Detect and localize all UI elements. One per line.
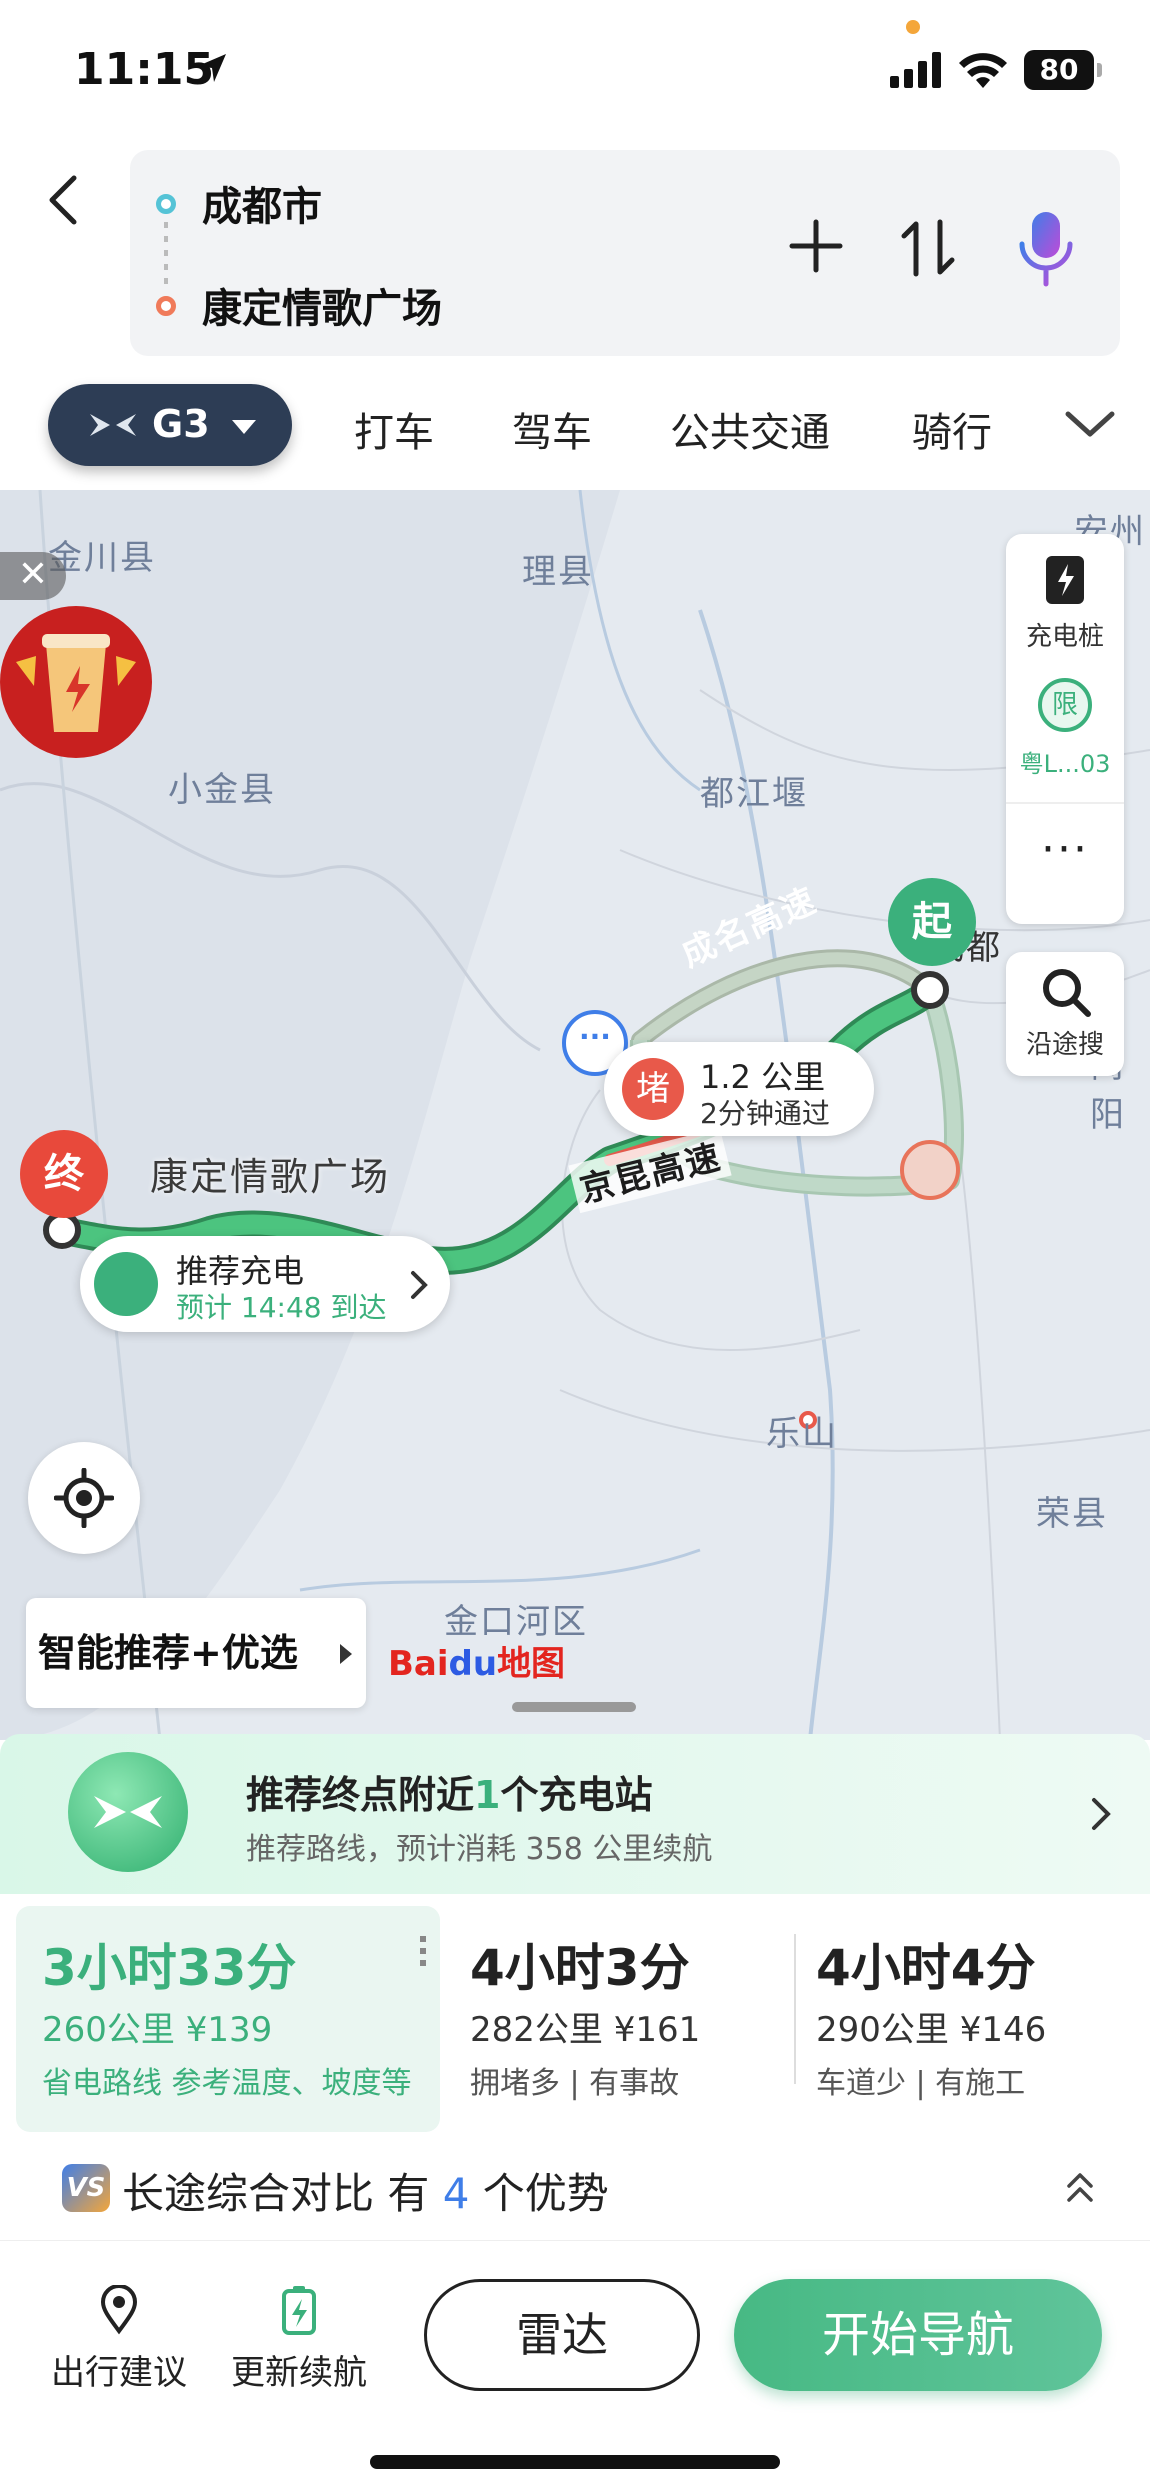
destination-map-label: 康定情歌广场 [150, 1155, 391, 1199]
chevron-right-icon [1092, 1798, 1111, 1830]
swap-route-icon[interactable] [900, 216, 956, 280]
baidu-map-logo: Baidu地图 [388, 1644, 566, 1684]
chevron-up-double-icon[interactable] [1066, 2170, 1094, 2204]
map-pin-icon [100, 2284, 138, 2335]
chevron-right-icon [411, 1271, 428, 1299]
smart-recommend-label: 智能推荐+优选 [38, 1631, 298, 1675]
route-option-3[interactable]: 4小时4分 290公里 ¥146 车道少 | 有施工 [790, 1906, 1140, 2132]
route-options: 3小时33分 260公里 ¥139 省电路线 参考温度、坡度等 4小时3分 28… [0, 1894, 1150, 2144]
map-view[interactable]: 金川县 理县 小金县 都江堰 乐山 荣县 金口河区 安州 简阳 成名高速 京昆高… [0, 490, 1150, 1740]
chevron-down-icon [232, 420, 256, 434]
sheet-drag-handle[interactable] [512, 1702, 636, 1712]
map-label: 乐山 [766, 1414, 838, 1454]
locate-me-button[interactable] [28, 1442, 140, 1554]
more-icon[interactable]: ··· [1006, 824, 1124, 875]
travel-mode-tabs: G3 打车 驾车 公共交通 骑行 [0, 380, 1150, 490]
chevron-down-icon[interactable] [1064, 408, 1116, 440]
vehicle-selector[interactable]: G3 [48, 384, 292, 466]
xpeng-logo-icon [68, 1752, 188, 1872]
map-label: 小金县 [168, 770, 276, 810]
status-bar: 11:15 80 [0, 0, 1150, 140]
vehicle-label: G3 [152, 402, 210, 446]
jam-icon: 堵 [622, 1058, 684, 1120]
home-indicator [370, 2455, 780, 2469]
along-route-search-label: 沿途搜 [1025, 1030, 1104, 1060]
battery-charge-icon [282, 2286, 316, 2335]
route-option-1[interactable]: 3小时33分 260公里 ¥139 省电路线 参考温度、坡度等 [16, 1906, 440, 2132]
promo-coffee-badge[interactable] [0, 606, 152, 758]
search-icon [1043, 969, 1091, 1017]
license-plate-label[interactable]: 粤L...03 [1006, 744, 1124, 779]
route-tags: 车道少 | 有施工 [816, 2066, 1026, 2101]
map-side-panel: 充电桩 限 粤L...03 ··· [1006, 534, 1124, 924]
tab-drive[interactable]: 驾车 [512, 400, 592, 458]
divider [1006, 802, 1124, 804]
radar-button[interactable]: 雷达 [424, 2279, 700, 2391]
travel-advice-button[interactable]: 出行建议 [34, 2284, 204, 2394]
start-navigation-button[interactable]: 开始导航 [734, 2279, 1102, 2391]
vs-icon: VS [62, 2164, 110, 2212]
compare-text: 长途综合对比 有 4 个优势 [122, 2169, 609, 2218]
route-distance-cost: 282公里 ¥161 [470, 2010, 701, 2050]
origin-dot-icon [156, 194, 176, 214]
add-waypoint-icon[interactable] [786, 216, 846, 276]
update-range-label: 更新续航 [231, 2353, 367, 2393]
destination-field[interactable]: 康定情歌广场 [202, 276, 442, 334]
xpeng-logo-icon [90, 414, 136, 436]
destination-dot-icon [156, 296, 176, 316]
update-range-button[interactable]: 更新续航 [214, 2285, 384, 2394]
route-duration: 4小时3分 [470, 1939, 690, 1997]
voice-mic-icon[interactable] [1016, 210, 1076, 288]
banner-subtitle: 推荐路线，预计消耗 358 公里续航 [246, 1832, 713, 1867]
back-icon[interactable] [44, 170, 84, 230]
traffic-restriction-icon[interactable]: 限 [1038, 678, 1092, 732]
caret-right-icon [340, 1644, 352, 1664]
traffic-jam-bubble[interactable]: 堵 1.2 公里 2分钟通过 [604, 1042, 874, 1136]
status-time: 11:15 [74, 44, 215, 95]
smart-recommend-button[interactable]: 智能推荐+优选 [26, 1598, 366, 1708]
end-pin[interactable]: 终 [20, 1130, 108, 1218]
charging-pile-icon[interactable] [1040, 552, 1090, 608]
charge-eta: 预计 14:48 到达 [176, 1291, 387, 1324]
origin-field[interactable]: 成都市 [202, 174, 322, 232]
route-connector [164, 222, 168, 288]
charging-pile-label[interactable]: 充电桩 [1006, 616, 1124, 653]
more-options-icon[interactable] [420, 1936, 426, 1966]
bottom-action-bar: 出行建议 更新续航 雷达 开始导航 [0, 2240, 1150, 2489]
route-option-2[interactable]: 4小时3分 282公里 ¥161 拥堵多 | 有事故 [444, 1906, 790, 2132]
route-tags: 省电路线 参考温度、坡度等 [42, 2066, 412, 2101]
charging-station-icon [94, 1252, 158, 1316]
map-label: 理县 [522, 552, 594, 592]
tab-cycling[interactable]: 骑行 [912, 400, 992, 458]
map-label: 荣县 [1036, 1494, 1108, 1534]
coffee-cup-icon [16, 634, 136, 732]
battery-indicator: 80 [1024, 50, 1102, 90]
route-distance-cost: 260公里 ¥139 [42, 2010, 273, 2050]
cellular-signal-icon [890, 52, 941, 88]
wifi-icon [959, 53, 1007, 88]
banner-title: 推荐终点附近1个充电站 [246, 1773, 653, 1817]
map-terrain [0, 490, 1150, 1740]
long-trip-compare[interactable]: VS 长途综合对比 有 4 个优势 [0, 2144, 1150, 2240]
jam-time: 2分钟通过 [700, 1097, 830, 1130]
privacy-indicator [906, 20, 920, 34]
route-tags: 拥堵多 | 有事故 [470, 2066, 680, 2101]
travel-advice-label: 出行建议 [51, 2353, 187, 2393]
tab-transit[interactable]: 公共交通 [670, 400, 830, 458]
locate-icon [54, 1468, 114, 1528]
tab-taxi[interactable]: 打车 [354, 400, 434, 458]
along-route-search-button[interactable]: 沿途搜 [1006, 952, 1124, 1076]
start-pin[interactable]: 起 [888, 878, 976, 966]
route-duration: 4小时4分 [816, 1939, 1036, 1997]
route-duration: 3小时33分 [42, 1939, 297, 1997]
route-input-box: 成都市 康定情歌广场 [130, 150, 1120, 356]
close-icon[interactable]: ✕ [0, 552, 66, 600]
map-label: 都江堰 [700, 774, 808, 814]
charging-station-banner[interactable]: 推荐终点附近1个充电站 推荐路线，预计消耗 358 公里续航 [0, 1734, 1150, 1894]
route-distance-cost: 290公里 ¥146 [816, 2010, 1047, 2050]
location-arrow-icon [198, 54, 226, 82]
recommended-charge-bubble[interactable]: 推荐充电 预计 14:48 到达 [80, 1236, 450, 1332]
